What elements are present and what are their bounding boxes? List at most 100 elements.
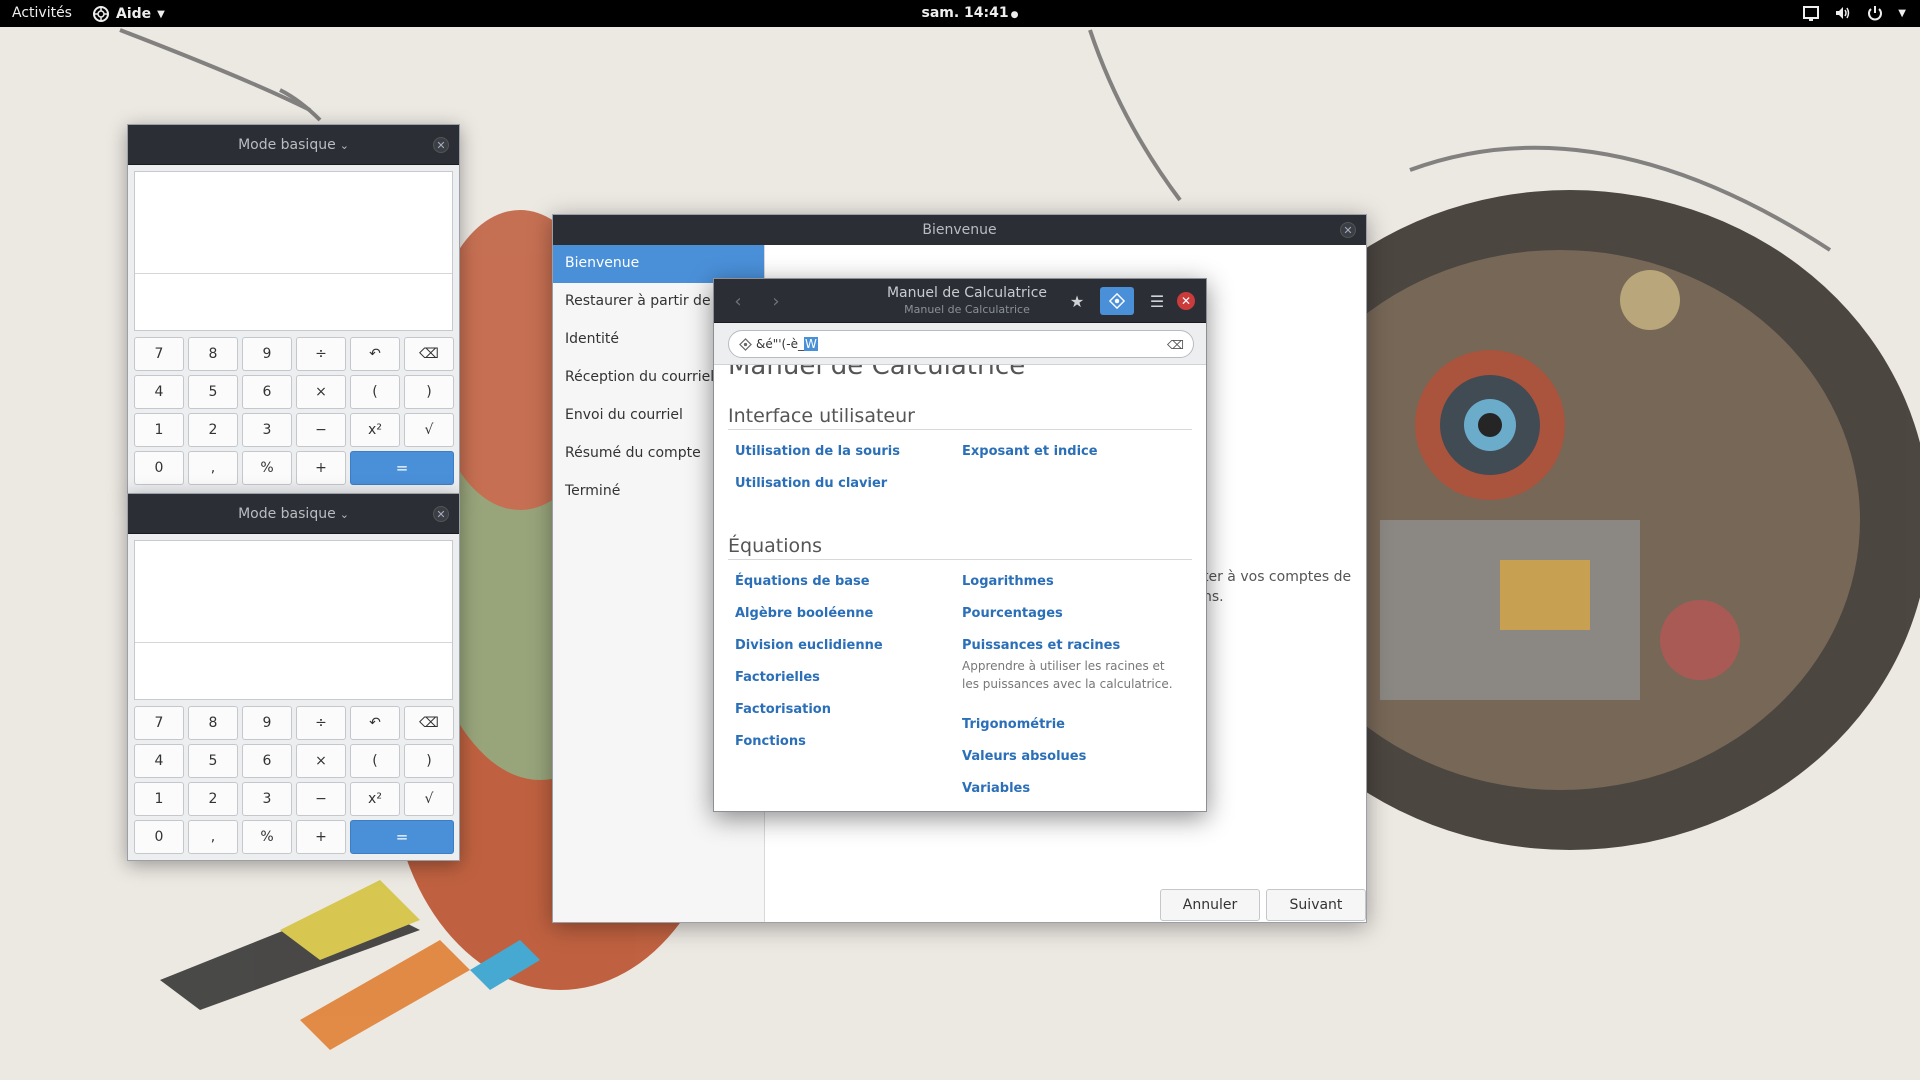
key-decimal[interactable]: ,: [188, 451, 238, 485]
key-multiply[interactable]: ×: [296, 375, 346, 409]
topic-link[interactable]: Fonctions: [735, 734, 806, 749]
search-locate-icon[interactable]: [1100, 287, 1134, 315]
key-9[interactable]: 9: [242, 337, 292, 371]
topic-link[interactable]: Exposant et indice: [962, 444, 1098, 459]
key-2[interactable]: 2: [188, 782, 238, 816]
chevron-down-icon: ⌄: [339, 508, 349, 521]
key-2[interactable]: 2: [188, 413, 238, 447]
key-percent[interactable]: %: [242, 820, 292, 854]
key-square[interactable]: x²: [350, 782, 400, 816]
top-bar: Activités Aide ▼ sam. 14:41 ● ▼: [0, 0, 1920, 27]
topic-link[interactable]: Utilisation du clavier: [735, 476, 887, 491]
bookmark-star-icon[interactable]: ★: [1060, 287, 1094, 315]
topic-link[interactable]: Valeurs absolues: [962, 749, 1086, 764]
topic-link[interactable]: Factorielles: [735, 670, 820, 685]
key-0[interactable]: 0: [134, 820, 184, 854]
key-multiply[interactable]: ×: [296, 744, 346, 778]
backspace-icon[interactable]: ⌫: [404, 706, 454, 740]
app-menu-label: Aide: [116, 6, 152, 22]
key-5[interactable]: 5: [188, 744, 238, 778]
activities-button[interactable]: Activités: [12, 5, 72, 21]
page-title: Manuel de Calculatrice: [728, 365, 1026, 381]
key-decimal[interactable]: ,: [188, 820, 238, 854]
notification-dot-icon: ●: [1010, 10, 1019, 20]
calculator-display[interactable]: [134, 171, 453, 331]
key-7[interactable]: 7: [134, 706, 184, 740]
forward-icon[interactable]: ›: [766, 291, 786, 312]
key-close-paren[interactable]: ): [404, 744, 454, 778]
help-window: ‹ › Manuel de Calculatrice Manuel de Cal…: [713, 278, 1207, 812]
system-status-area[interactable]: ▼: [1802, 4, 1906, 22]
keypad: 7 8 9 ÷ ↶ ⌫ 4 5 6 × ( ) 1 2 3 − x² √ 0 ,…: [134, 337, 454, 485]
key-open-paren[interactable]: (: [350, 744, 400, 778]
key-6[interactable]: 6: [242, 375, 292, 409]
key-9[interactable]: 9: [242, 706, 292, 740]
cancel-button[interactable]: Annuler: [1160, 889, 1260, 921]
key-6[interactable]: 6: [242, 744, 292, 778]
key-sqrt[interactable]: √: [404, 782, 454, 816]
undo-icon[interactable]: ↶: [350, 706, 400, 740]
key-5[interactable]: 5: [188, 375, 238, 409]
key-3[interactable]: 3: [242, 413, 292, 447]
close-icon[interactable]: ✕: [1177, 292, 1195, 310]
key-8[interactable]: 8: [188, 706, 238, 740]
backspace-icon[interactable]: ⌫: [404, 337, 454, 371]
close-icon[interactable]: ✕: [433, 137, 449, 153]
menu-icon[interactable]: ☰: [1140, 287, 1174, 315]
topic-link[interactable]: Utilisation de la souris: [735, 444, 900, 459]
next-button[interactable]: Suivant: [1266, 889, 1366, 921]
topic-link[interactable]: Algèbre booléenne: [735, 606, 873, 621]
section-heading: Équations: [728, 535, 1192, 560]
topic-link[interactable]: Factorisation: [735, 702, 831, 717]
search-bar: &é"'(-è_ W ⌫: [714, 323, 1206, 365]
partial-text-line: ns.: [1203, 589, 1224, 605]
key-open-paren[interactable]: (: [350, 375, 400, 409]
headerbar: Bienvenue ✕: [553, 215, 1366, 245]
clear-icon[interactable]: ⌫: [1167, 338, 1184, 352]
clock[interactable]: sam. 14:41 ●: [920, 5, 1020, 21]
close-icon[interactable]: ✕: [1340, 222, 1356, 238]
key-divide[interactable]: ÷: [296, 337, 346, 371]
search-selected-text: W: [803, 337, 818, 351]
calculator-window: Mode basique ⌄ ✕ 7 8 9 ÷ ↶ ⌫ 4 5 6 × ( ) …: [127, 124, 460, 495]
key-1[interactable]: 1: [134, 782, 184, 816]
key-close-paren[interactable]: ): [404, 375, 454, 409]
key-subtract[interactable]: −: [296, 782, 346, 816]
back-icon[interactable]: ‹: [728, 291, 748, 312]
mode-selector[interactable]: Mode basique ⌄: [128, 506, 459, 522]
key-add[interactable]: +: [296, 451, 346, 485]
key-add[interactable]: +: [296, 820, 346, 854]
key-equals[interactable]: =: [350, 820, 454, 854]
calculator-window: Mode basique ⌄ ✕ 7 8 9 ÷ ↶ ⌫ 4 5 6 × ( ) …: [127, 493, 460, 861]
topic-link[interactable]: Puissances et racines: [962, 638, 1120, 653]
key-sqrt[interactable]: √: [404, 413, 454, 447]
key-3[interactable]: 3: [242, 782, 292, 816]
key-percent[interactable]: %: [242, 451, 292, 485]
key-4[interactable]: 4: [134, 744, 184, 778]
key-divide[interactable]: ÷: [296, 706, 346, 740]
undo-icon[interactable]: ↶: [350, 337, 400, 371]
topic-link[interactable]: Variables: [962, 781, 1030, 796]
power-icon: [1868, 6, 1883, 21]
key-8[interactable]: 8: [188, 337, 238, 371]
mode-selector[interactable]: Mode basique ⌄: [128, 137, 459, 153]
key-0[interactable]: 0: [134, 451, 184, 485]
topic-link[interactable]: Division euclidienne: [735, 638, 883, 653]
topic-description: Apprendre à utiliser les racines et les …: [962, 659, 1173, 691]
keypad: 7 8 9 ÷ ↶ ⌫ 4 5 6 × ( ) 1 2 3 − x² √ 0 ,…: [134, 706, 454, 854]
key-1[interactable]: 1: [134, 413, 184, 447]
search-input[interactable]: &é"'(-è_ W ⌫: [728, 330, 1194, 358]
topic-link[interactable]: Équations de base: [735, 574, 870, 589]
key-7[interactable]: 7: [134, 337, 184, 371]
key-4[interactable]: 4: [134, 375, 184, 409]
key-square[interactable]: x²: [350, 413, 400, 447]
topic-link[interactable]: Logarithmes: [962, 574, 1054, 589]
calculator-display[interactable]: [134, 540, 453, 700]
key-equals[interactable]: =: [350, 451, 454, 485]
chevron-down-icon: ▼: [157, 8, 165, 20]
app-menu[interactable]: Aide ▼: [92, 5, 165, 23]
topic-link[interactable]: Pourcentages: [962, 606, 1063, 621]
topic-link[interactable]: Trigonométrie: [962, 717, 1065, 732]
close-icon[interactable]: ✕: [433, 506, 449, 522]
key-subtract[interactable]: −: [296, 413, 346, 447]
